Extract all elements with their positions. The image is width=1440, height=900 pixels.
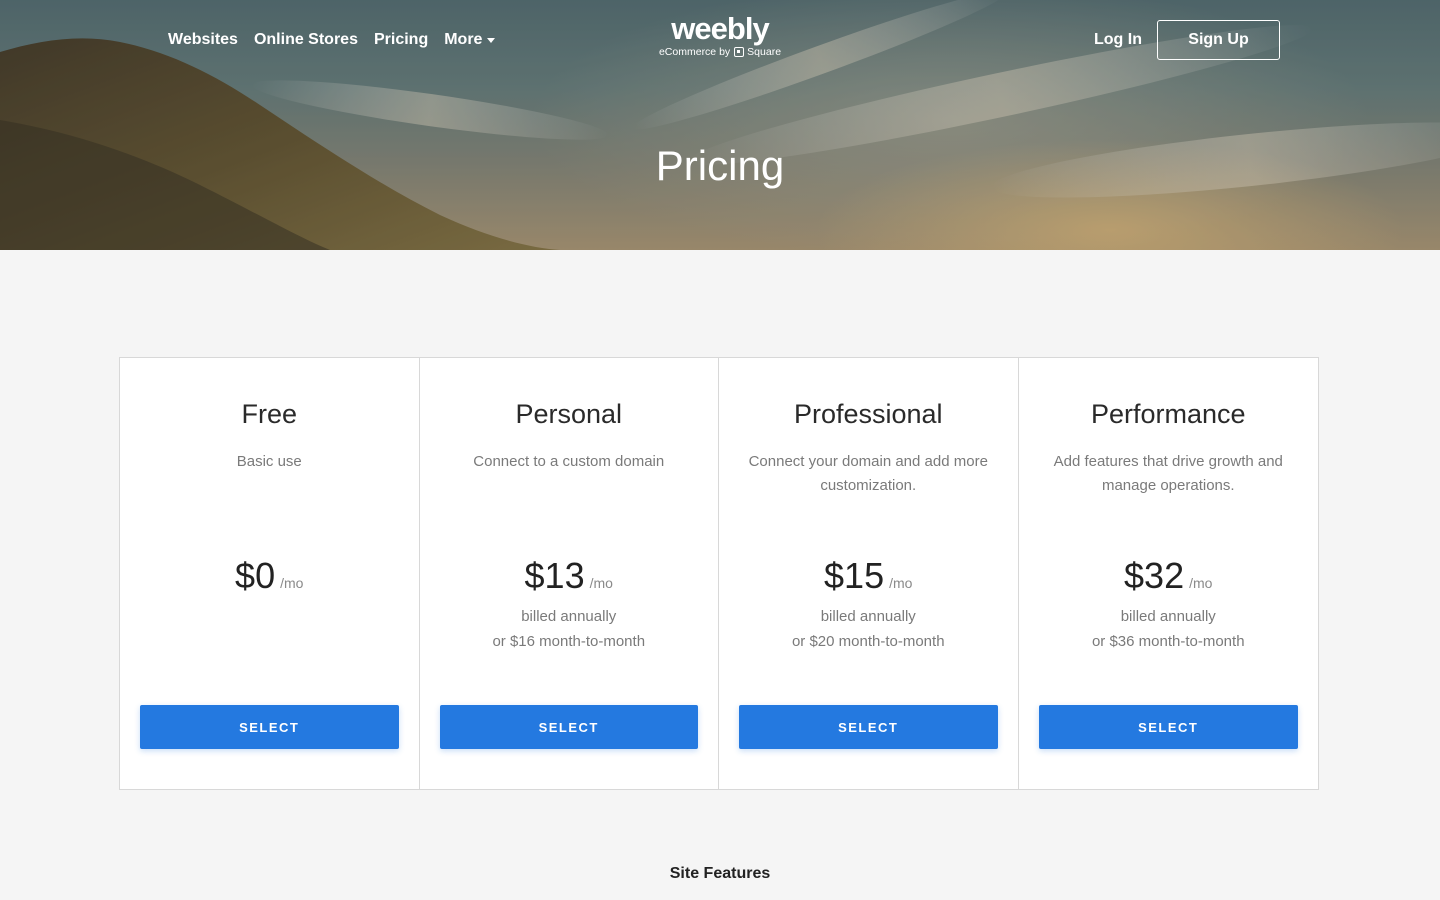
site-features-heading: Site Features [669, 865, 771, 882]
plan-name: Personal [515, 399, 623, 429]
plan-name: Performance [1090, 399, 1246, 429]
plan-price-amount: $0 [235, 555, 276, 596]
plan-billing: billed annually or $36 month-to-month [1019, 604, 1319, 654]
nav-link-pricing[interactable]: Pricing [374, 29, 428, 51]
select-personal-button[interactable]: SELECT [439, 705, 698, 749]
plan-name: Free [241, 399, 298, 429]
plan-billing-annual: billed annually [521, 608, 617, 625]
logo-tagline-prefix: eCommerce by [658, 46, 731, 58]
plan-card-professional: Professional Connect your domain and add… [719, 358, 1019, 789]
plan-description: Connect to a custom domain [473, 453, 665, 470]
plan-price: $0 /mo [120, 554, 419, 598]
plan-description: Add features that drive growth and manag… [1053, 453, 1283, 494]
plan-price-period: /mo [280, 575, 304, 591]
plan-price-amount: $13 [524, 555, 585, 596]
pricing-plans: Free Basic use $0 /mo SELECT Personal Co… [119, 357, 1319, 790]
hero-banner: Websites Online Stores Pricing More weeb… [0, 0, 1440, 250]
select-performance-button[interactable]: SELECT [1038, 705, 1298, 749]
signup-button[interactable]: Sign Up [1157, 20, 1280, 60]
plan-price-amount: $32 [1124, 555, 1185, 596]
plan-billing-annual: billed annually [820, 608, 916, 625]
square-logo-icon [734, 47, 745, 57]
select-free-button[interactable]: SELECT [140, 705, 399, 749]
plan-billing: billed annually or $20 month-to-month [719, 604, 1018, 654]
page-title: Pricing [655, 142, 785, 189]
nav-link-online-stores[interactable]: Online Stores [254, 29, 358, 51]
plan-billing-monthly: or $36 month-to-month [1091, 633, 1245, 650]
plan-card-performance: Performance Add features that drive grow… [1019, 358, 1319, 789]
plan-card-personal: Personal Connect to a custom domain $13 … [420, 358, 719, 789]
plan-price-period: /mo [589, 575, 613, 591]
plan-name: Professional [793, 399, 943, 429]
caret-down-icon [487, 37, 496, 43]
select-professional-button[interactable]: SELECT [739, 705, 998, 749]
plan-price-amount: $15 [824, 555, 885, 596]
logo-wordmark: weebly [671, 11, 769, 46]
logo-tagline-brand: Square [747, 46, 782, 58]
nav-link-websites[interactable]: Websites [168, 29, 238, 51]
plan-price: $13 /mo [420, 554, 719, 598]
nav-more-label: More [444, 31, 483, 48]
plan-billing-monthly: or $20 month-to-month [791, 633, 945, 650]
plan-price: $15 /mo [719, 554, 1018, 598]
plan-billing-monthly: or $16 month-to-month [492, 633, 646, 650]
main-nav: Websites Online Stores Pricing More [168, 29, 511, 51]
logo-tagline: eCommerce by Square [656, 46, 784, 58]
plan-price-period: /mo [1189, 575, 1213, 591]
nav-more-dropdown[interactable]: More [444, 29, 496, 51]
plan-billing-annual: billed annually [1120, 608, 1216, 625]
plan-card-free: Free Basic use $0 /mo SELECT [120, 358, 420, 789]
plan-description: Connect your domain and add more customi… [748, 453, 988, 494]
plan-description: Basic use [236, 453, 302, 470]
plan-billing: billed annually or $16 month-to-month [420, 604, 719, 654]
weebly-logo[interactable]: weebly eCommerce by Square [656, 11, 784, 59]
login-link[interactable]: Log In [1094, 29, 1142, 51]
plan-price-period: /mo [889, 575, 913, 591]
plan-price: $32 /mo [1019, 554, 1319, 598]
